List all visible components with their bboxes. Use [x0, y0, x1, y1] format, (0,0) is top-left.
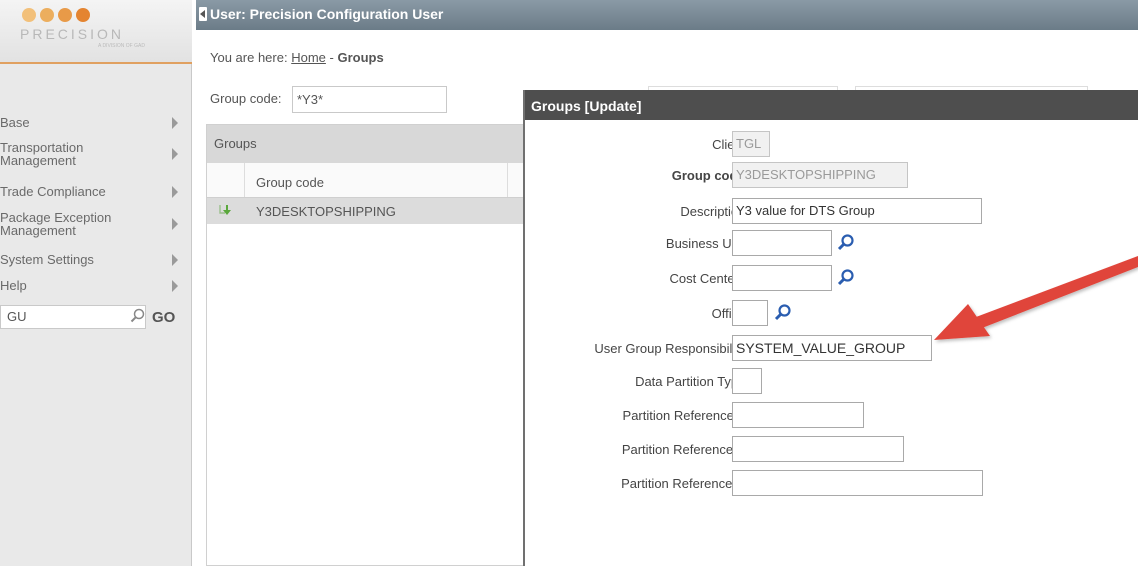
group-code-cell: Y3DESKTOPSHIPPING	[256, 204, 396, 219]
group-code-filter-input[interactable]: *Y3*	[292, 86, 447, 113]
nav-item-label: Transportation Management	[0, 140, 84, 168]
user-group-responsibility-label: User Group Responsibility:	[594, 341, 749, 356]
nav-item-help[interactable]: Help	[0, 277, 192, 294]
partition-reference-b-field[interactable]	[732, 436, 904, 462]
dialog-title: Groups [Update]	[525, 90, 1138, 120]
nav-item-label: Help	[0, 278, 27, 293]
office-lookup-icon[interactable]	[772, 302, 794, 324]
groups-panel-title: Groups	[207, 125, 525, 163]
left-sidebar: PRECISION A DIVISION OF GAD Base Transpo…	[0, 0, 192, 566]
client-field: TGL	[732, 131, 770, 157]
cost-centers-label: Cost Centers:	[669, 271, 749, 286]
description-label: Description:	[680, 204, 749, 219]
partition-reference-a-label: Partition Reference A:	[622, 408, 749, 423]
logo: PRECISION A DIVISION OF GAD	[0, 0, 192, 64]
cost-centers-field[interactable]	[732, 265, 832, 291]
nav-item-system-settings[interactable]: System Settings	[0, 251, 192, 268]
nav-item-transportation-management[interactable]: Transportation Management	[0, 139, 192, 169]
nav-item-label: Base	[0, 115, 30, 130]
nav-item-label: Package Exception Management	[0, 210, 112, 238]
go-button[interactable]: GO	[152, 309, 175, 326]
group-code-filter-label: Group code:	[210, 91, 282, 106]
business-unit-lookup-icon[interactable]	[835, 232, 857, 254]
nav-item-base[interactable]: Base	[0, 114, 192, 131]
nav-item-package-exception-management[interactable]: Package Exception Management	[0, 209, 192, 239]
annotation-arrow	[934, 256, 1138, 340]
chevron-right-icon	[172, 253, 178, 266]
logo-dots	[22, 8, 90, 22]
data-partition-type-label: Data Partition Type:	[635, 374, 749, 389]
group-code-field: Y3DESKTOPSHIPPING	[732, 162, 908, 188]
logo-tagline: A DIVISION OF GAD	[98, 43, 145, 49]
edit-row-arrow-icon[interactable]	[218, 204, 234, 217]
chevron-right-icon	[172, 148, 178, 160]
search-icon[interactable]	[130, 308, 146, 324]
column-header-group-code[interactable]: Group code	[256, 175, 324, 190]
chevron-right-icon	[172, 116, 178, 129]
breadcrumb: You are here: Home - Groups	[210, 50, 384, 65]
chevron-right-icon	[172, 279, 178, 292]
partition-reference-b-label: Partition Reference B:	[621, 442, 749, 457]
breadcrumb-current: Groups	[337, 50, 384, 65]
office-field[interactable]	[732, 300, 768, 326]
partition-reference-a-field[interactable]	[732, 402, 864, 428]
breadcrumb-separator: -	[329, 50, 334, 65]
description-field[interactable]: Y3 value for DTS Group	[732, 198, 982, 224]
table-row[interactable]: Y3DESKTOPSHIPPING	[207, 198, 525, 224]
breadcrumb-home-link[interactable]: Home	[291, 50, 326, 65]
user-group-responsibility-field[interactable]: SYSTEM_VALUE_GROUP	[732, 335, 932, 361]
partition-reference-c-label: Partition Reference C:	[621, 476, 749, 491]
client-label: Client:	[712, 137, 749, 152]
business-unit-field[interactable]	[732, 230, 832, 256]
groups-grid-header: Group code	[207, 163, 525, 198]
groups-grid-panel: Groups Group code Y3DESKTOPSHIPPING	[206, 124, 526, 566]
partition-reference-c-field[interactable]	[732, 470, 983, 496]
office-label: Office:	[711, 306, 749, 321]
title-bar: User: Precision Configuration User	[196, 0, 1138, 30]
chevron-right-icon	[172, 185, 178, 198]
data-partition-type-field[interactable]	[732, 368, 762, 394]
logo-wordmark: PRECISION	[20, 26, 125, 42]
business-unit-label: Business Unit:	[665, 236, 749, 251]
nav-item-label: Trade Compliance	[0, 184, 106, 199]
sidebar-search-input[interactable]: GU	[0, 305, 146, 329]
collapse-sidebar-icon[interactable]	[199, 7, 207, 21]
breadcrumb-prefix: You are here:	[210, 50, 288, 65]
group-code-label: Group code:	[671, 168, 749, 183]
column-divider	[244, 163, 245, 197]
nav-item-trade-compliance[interactable]: Trade Compliance	[0, 183, 192, 200]
page-title: User: Precision Configuration User	[210, 6, 444, 22]
cost-centers-lookup-icon[interactable]	[835, 267, 857, 289]
chevron-right-icon	[172, 218, 178, 230]
nav-item-label: System Settings	[0, 252, 94, 267]
